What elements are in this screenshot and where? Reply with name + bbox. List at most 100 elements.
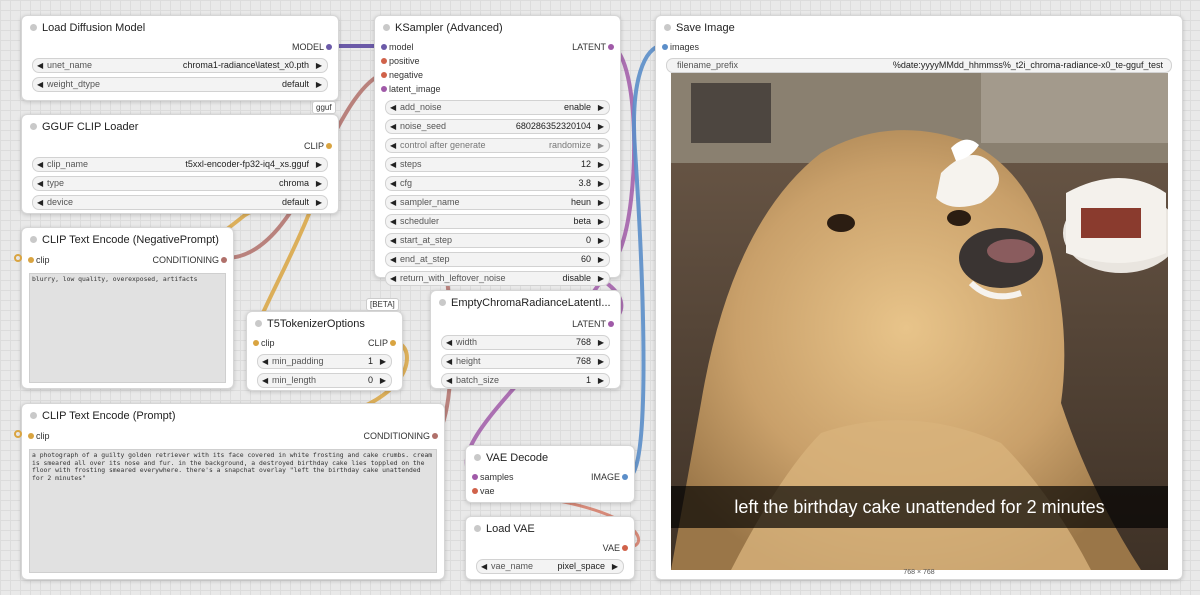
arrow-left-icon[interactable]: ◀	[390, 177, 396, 190]
arrow-left-icon[interactable]: ◀	[446, 374, 452, 387]
arrow-right-icon[interactable]: ▶	[598, 101, 604, 114]
arrow-right-icon[interactable]: ▶	[598, 120, 604, 133]
node-collapse-dot[interactable]	[30, 123, 37, 130]
negative-input-port[interactable]: negative	[381, 68, 423, 82]
node-collapse-dot[interactable]	[439, 299, 446, 306]
samples-input-port[interactable]: samples	[472, 470, 514, 484]
arrow-right-icon[interactable]: ▶	[598, 139, 604, 152]
vae-output-port[interactable]: VAE	[603, 541, 628, 555]
positive-prompt-textarea[interactable]: a photograph of a guilty golden retrieve…	[29, 449, 437, 573]
min-length-widget[interactable]: ◀ min_length 0 ▶	[257, 373, 392, 388]
arrow-left-icon[interactable]: ◀	[446, 336, 452, 349]
latent-output-port[interactable]: LATENT	[572, 317, 614, 331]
node-collapse-dot[interactable]	[30, 24, 37, 31]
arrow-left-icon[interactable]: ◀	[37, 177, 43, 190]
arrow-right-icon[interactable]: ▶	[598, 355, 604, 368]
arrow-left-icon[interactable]: ◀	[390, 196, 396, 209]
arrow-right-icon[interactable]: ▶	[598, 158, 604, 171]
arrow-right-icon[interactable]: ▶	[598, 196, 604, 209]
latent-output-port[interactable]: LATENT	[572, 40, 614, 54]
arrow-right-icon[interactable]: ▶	[612, 560, 618, 573]
arrow-left-icon[interactable]: ◀	[446, 355, 452, 368]
node-collapse-dot[interactable]	[30, 412, 37, 419]
image-output-port[interactable]: IMAGE	[591, 470, 628, 484]
generated-image-preview[interactable]: left the birthday cake unattended for 2 …	[671, 73, 1168, 570]
arrow-left-icon[interactable]: ◀	[390, 120, 396, 133]
clip-output-port[interactable]: CLIP	[304, 139, 332, 153]
arrow-right-icon[interactable]: ▶	[316, 158, 322, 171]
add-noise-widget[interactable]: ◀ add_noise enable ▶	[385, 100, 610, 115]
scheduler-widget[interactable]: ◀ scheduler beta ▶	[385, 214, 610, 229]
arrow-left-icon[interactable]: ◀	[37, 196, 43, 209]
node-collapse-dot[interactable]	[383, 24, 390, 31]
arrow-left-icon[interactable]: ◀	[390, 139, 396, 152]
arrow-right-icon[interactable]: ▶	[598, 253, 604, 266]
arrow-left-icon[interactable]: ◀	[390, 101, 396, 114]
arrow-right-icon[interactable]: ▶	[598, 234, 604, 247]
node-collapse-dot[interactable]	[30, 236, 37, 243]
arrow-left-icon[interactable]: ◀	[37, 59, 43, 72]
arrow-left-icon[interactable]: ◀	[37, 158, 43, 171]
unet-name-widget[interactable]: ◀ unet_name chroma1-radiance\latest_x0.p…	[32, 58, 328, 73]
load-diffusion-model-node[interactable]: Load Diffusion Model MODEL ◀ unet_name c…	[21, 15, 339, 101]
conditioning-output-port[interactable]: CONDITIONING	[364, 429, 438, 443]
weight-dtype-widget[interactable]: ◀ weight_dtype default ▶	[32, 77, 328, 92]
model-output-port[interactable]: MODEL	[292, 40, 332, 54]
arrow-left-icon[interactable]: ◀	[481, 560, 487, 573]
arrow-right-icon[interactable]: ▶	[316, 78, 322, 91]
clip-input-port[interactable]: clip	[28, 429, 50, 443]
model-input-port[interactable]: model	[381, 40, 414, 54]
arrow-right-icon[interactable]: ▶	[598, 374, 604, 387]
arrow-left-icon[interactable]: ◀	[262, 374, 268, 387]
negative-prompt-textarea[interactable]: blurry, low quality, overexposed, artifa…	[29, 273, 226, 383]
cfg-widget[interactable]: ◀ cfg 3.8 ▶	[385, 176, 610, 191]
load-vae-node[interactable]: Load VAE VAE ◀ vae_name pixel_space ▶	[465, 516, 635, 580]
clip-text-encode-prompt-node[interactable]: CLIP Text Encode (Prompt) clip CONDITION…	[21, 403, 445, 580]
node-collapse-dot[interactable]	[255, 320, 262, 327]
arrow-left-icon[interactable]: ◀	[262, 355, 268, 368]
arrow-right-icon[interactable]: ▶	[380, 355, 386, 368]
control-after-generate-widget[interactable]: ◀ control after generate randomize ▶	[385, 138, 610, 153]
type-widget[interactable]: ◀ type chroma ▶	[32, 176, 328, 191]
device-widget[interactable]: ◀ device default ▶	[32, 195, 328, 210]
arrow-right-icon[interactable]: ▶	[598, 272, 604, 285]
vae-input-port[interactable]: vae	[472, 484, 495, 498]
vae-name-widget[interactable]: ◀ vae_name pixel_space ▶	[476, 559, 624, 574]
start-at-step-widget[interactable]: ◀ start_at_step 0 ▶	[385, 233, 610, 248]
node-collapse-dot[interactable]	[664, 24, 671, 31]
arrow-left-icon[interactable]: ◀	[390, 234, 396, 247]
conditioning-output-port[interactable]: CONDITIONING	[153, 253, 227, 267]
arrow-right-icon[interactable]: ▶	[380, 374, 386, 387]
clip-input-port[interactable]: clip	[28, 253, 50, 267]
arrow-right-icon[interactable]: ▶	[598, 177, 604, 190]
latent-image-input-port[interactable]: latent_image	[381, 82, 441, 96]
clip-name-widget[interactable]: ◀ clip_name t5xxl-encoder-fp32-iq4_xs.gg…	[32, 157, 328, 172]
ksampler-advanced-node[interactable]: KSampler (Advanced) model LATENT positiv…	[374, 15, 621, 286]
node-collapse-dot[interactable]	[474, 454, 481, 461]
arrow-left-icon[interactable]: ◀	[390, 253, 396, 266]
arrow-right-icon[interactable]: ▶	[598, 215, 604, 228]
clip-input-port[interactable]: clip	[253, 336, 275, 350]
sampler-name-widget[interactable]: ◀ sampler_name heun ▶	[385, 195, 610, 210]
min-padding-widget[interactable]: ◀ min_padding 1 ▶	[257, 354, 392, 369]
positive-input-port[interactable]: positive	[381, 54, 420, 68]
end-at-step-widget[interactable]: ◀ end_at_step 60 ▶	[385, 252, 610, 267]
arrow-left-icon[interactable]: ◀	[390, 158, 396, 171]
arrow-right-icon[interactable]: ▶	[316, 196, 322, 209]
batch-size-widget[interactable]: ◀ batch_size 1 ▶	[441, 373, 610, 388]
node-collapse-dot[interactable]	[474, 525, 481, 532]
vae-decode-node[interactable]: VAE Decode samples IMAGE vae	[465, 445, 635, 503]
arrow-right-icon[interactable]: ▶	[316, 59, 322, 72]
clip-text-encode-negative-node[interactable]: CLIP Text Encode (NegativePrompt) clip C…	[21, 227, 234, 389]
save-image-node[interactable]: Save Image images filename_prefix %date:…	[655, 15, 1183, 580]
gguf-clip-loader-node[interactable]: GGUF CLIP Loader CLIP ◀ clip_name t5xxl-…	[21, 114, 339, 214]
t5-tokenizer-options-node[interactable]: T5TokenizerOptions clip CLIP ◀ min_paddi…	[246, 311, 403, 391]
height-widget[interactable]: ◀ height 768 ▶	[441, 354, 610, 369]
width-widget[interactable]: ◀ width 768 ▶	[441, 335, 610, 350]
arrow-left-icon[interactable]: ◀	[390, 272, 396, 285]
steps-widget[interactable]: ◀ steps 12 ▶	[385, 157, 610, 172]
return-with-leftover-noise-widget[interactable]: ◀ return_with_leftover_noise disable ▶	[385, 271, 610, 286]
noise-seed-widget[interactable]: ◀ noise_seed 680286352320104 ▶	[385, 119, 610, 134]
clip-output-port[interactable]: CLIP	[368, 336, 396, 350]
filename-prefix-widget[interactable]: filename_prefix %date:yyyyMMdd_hhmmss%_t…	[666, 58, 1172, 73]
